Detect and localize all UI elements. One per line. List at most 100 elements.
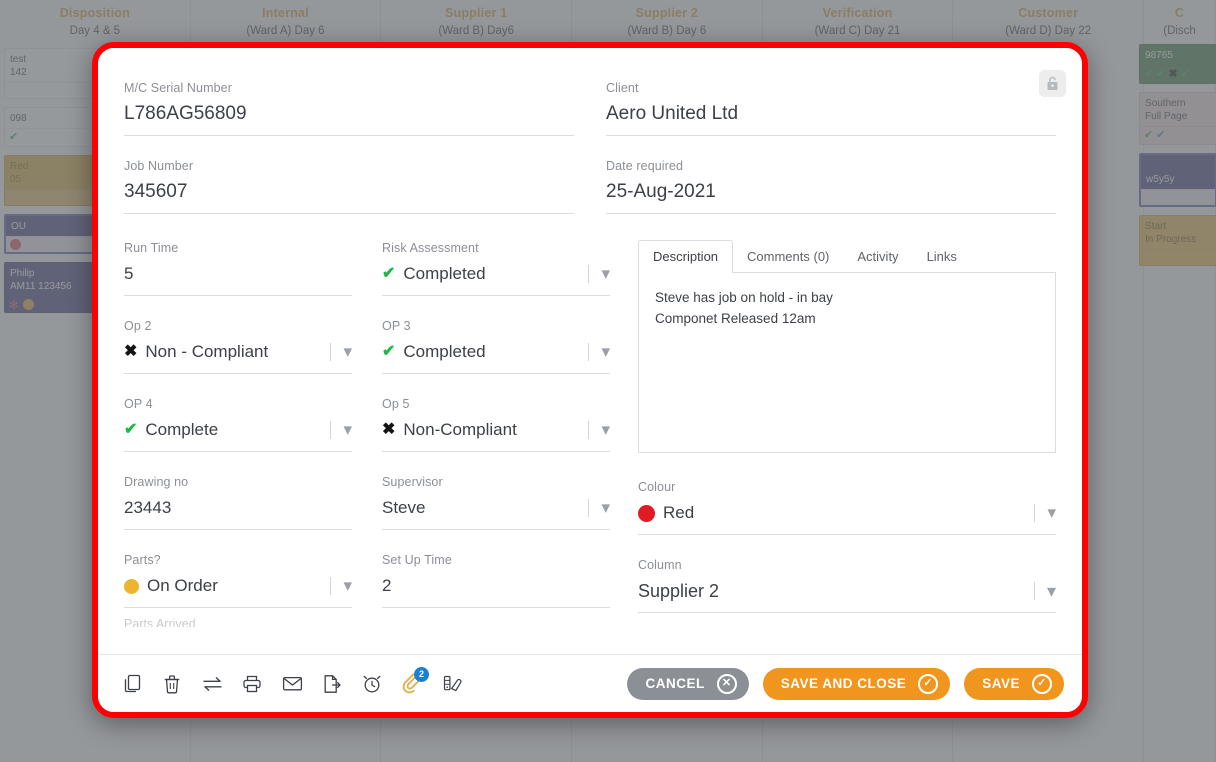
field-label: OP 3 bbox=[382, 319, 411, 333]
op4-select[interactable]: ✔ Complete ▾ bbox=[124, 418, 352, 452]
trash-glyph bbox=[164, 674, 180, 693]
chevron-down-icon[interactable]: ▾ bbox=[578, 418, 610, 442]
field-label: Job Number bbox=[124, 159, 194, 173]
field-client[interactable]: Client Aero United Ltd bbox=[606, 80, 1056, 136]
left-detail-pane: Run Time 5 Risk Assessment ✔ Completed ▾… bbox=[124, 240, 610, 635]
op5-select[interactable]: ✖ Non-Compliant ▾ bbox=[382, 418, 610, 452]
delete-icon[interactable] bbox=[156, 668, 188, 700]
chevron-down-icon[interactable]: ▾ bbox=[320, 340, 352, 364]
lock-icon[interactable] bbox=[1039, 70, 1066, 97]
tab-description[interactable]: Description bbox=[638, 240, 734, 273]
detail-grid-row-5: Parts? On Order ▾ Set Up Time 2 bbox=[124, 552, 610, 616]
dialog-actions: CANCEL ✕ SAVE AND CLOSE ✓ SAVE ✓ bbox=[627, 667, 1064, 700]
copy-icon[interactable] bbox=[116, 668, 148, 700]
print-icon[interactable] bbox=[236, 668, 268, 700]
chevron-down-icon[interactable]: ▾ bbox=[320, 574, 352, 598]
transfer-icon[interactable] bbox=[196, 668, 228, 700]
field-op5[interactable]: Op 5 ✖ Non-Compliant ▾ bbox=[382, 396, 610, 452]
op3-select[interactable]: ✔ Completed ▾ bbox=[382, 340, 610, 374]
detail-grid-row-1: Run Time 5 Risk Assessment ✔ Completed ▾ bbox=[124, 240, 610, 318]
client-input[interactable]: Aero United Ltd bbox=[606, 102, 1056, 136]
field-label: Supervisor bbox=[382, 475, 443, 489]
colour-select[interactable]: Red ▾ bbox=[638, 501, 1056, 535]
parts-select[interactable]: On Order ▾ bbox=[124, 574, 352, 608]
printer-glyph bbox=[243, 675, 261, 692]
check-icon: ✔ bbox=[382, 343, 396, 360]
alarm-icon[interactable] bbox=[356, 668, 388, 700]
field-value: Aero United Ltd bbox=[606, 103, 739, 124]
field-label: Drawing no bbox=[124, 475, 189, 489]
date-required-input[interactable]: 25-Aug-2021 bbox=[606, 180, 1056, 214]
field-label: Op 2 bbox=[124, 319, 152, 333]
colour-picker-icon[interactable] bbox=[436, 668, 468, 700]
op2-select[interactable]: ✖ Non - Compliant ▾ bbox=[124, 340, 352, 374]
clipped-next-field-label: Parts Arrived bbox=[124, 617, 196, 627]
email-icon[interactable] bbox=[276, 668, 308, 700]
chevron-down-icon[interactable]: ▾ bbox=[1024, 579, 1056, 603]
field-job-number[interactable]: Job Number 345607 bbox=[124, 158, 574, 214]
field-label: Run Time bbox=[124, 241, 179, 255]
cancel-button[interactable]: CANCEL ✕ bbox=[627, 667, 749, 700]
set-up-time-input[interactable]: 2 bbox=[382, 574, 610, 608]
attachment-count-badge: 2 bbox=[414, 666, 429, 682]
job-number-input[interactable]: 345607 bbox=[124, 180, 574, 214]
field-label: M/C Serial Number bbox=[124, 81, 232, 95]
risk-assessment-select[interactable]: ✔ Completed ▾ bbox=[382, 262, 610, 296]
field-risk-assessment[interactable]: Risk Assessment ✔ Completed ▾ bbox=[382, 240, 610, 296]
field-value: Red bbox=[663, 503, 695, 522]
top-fields-row: M/C Serial Number L786AG56809 Job Number… bbox=[124, 80, 1056, 236]
field-value: 2 bbox=[382, 576, 392, 595]
red-dot-icon bbox=[638, 504, 655, 522]
field-label: Parts? bbox=[124, 553, 161, 567]
description-line-1: Steve has job on hold - in bay bbox=[655, 290, 833, 305]
supervisor-select[interactable]: Steve ▾ bbox=[382, 496, 610, 530]
field-date-required[interactable]: Date required 25-Aug-2021 bbox=[606, 158, 1056, 214]
save-and-close-button[interactable]: SAVE AND CLOSE ✓ bbox=[762, 667, 951, 700]
field-value: L786AG56809 bbox=[124, 103, 247, 124]
field-value: Non-Compliant bbox=[403, 420, 517, 439]
column-select[interactable]: Supplier 2 ▾ bbox=[638, 579, 1056, 613]
run-time-input[interactable]: 5 bbox=[124, 262, 352, 296]
field-run-time[interactable]: Run Time 5 bbox=[124, 240, 352, 296]
chevron-down-icon[interactable]: ▾ bbox=[578, 340, 610, 364]
attachment-icon[interactable]: 2 bbox=[396, 666, 429, 700]
field-drawing-no[interactable]: Drawing no 23443 bbox=[124, 474, 352, 530]
field-colour[interactable]: Colour Red ▾ bbox=[638, 479, 1056, 535]
field-column[interactable]: Column Supplier 2 ▾ bbox=[638, 557, 1056, 613]
description-line-2: Componet Released 12am bbox=[655, 311, 816, 326]
mc-serial-number-input[interactable]: L786AG56809 bbox=[124, 102, 574, 136]
chevron-down-icon[interactable]: ▾ bbox=[320, 418, 352, 442]
field-mc-serial-number[interactable]: M/C Serial Number L786AG56809 bbox=[124, 80, 574, 136]
tab-comments[interactable]: Comments (0) bbox=[733, 241, 843, 272]
copy-glyph bbox=[124, 674, 140, 692]
export-document-glyph bbox=[324, 674, 341, 693]
field-op2[interactable]: Op 2 ✖ Non - Compliant ▾ bbox=[124, 318, 352, 374]
detail-grid-row-3: OP 4 ✔ Complete ▾ Op 5 ✖ Non-Compliant ▾ bbox=[124, 396, 610, 474]
field-value: Non - Compliant bbox=[145, 342, 269, 361]
save-button[interactable]: SAVE ✓ bbox=[964, 667, 1064, 700]
field-value: 25-Aug-2021 bbox=[606, 181, 716, 202]
chevron-down-icon[interactable]: ▾ bbox=[578, 262, 610, 286]
alarm-clock-glyph bbox=[363, 675, 381, 692]
chevron-down-icon[interactable]: ▾ bbox=[578, 496, 610, 520]
field-op3[interactable]: OP 3 ✔ Completed ▾ bbox=[382, 318, 610, 374]
tab-activity[interactable]: Activity bbox=[843, 241, 912, 272]
colour-swatch-glyph bbox=[443, 675, 462, 691]
field-label: Client bbox=[606, 81, 639, 95]
chevron-down-icon[interactable]: ▾ bbox=[1024, 501, 1056, 525]
field-parts[interactable]: Parts? On Order ▾ bbox=[124, 552, 352, 608]
field-value: Steve bbox=[382, 498, 426, 517]
field-set-up-time[interactable]: Set Up Time 2 bbox=[382, 552, 610, 608]
drawing-no-input[interactable]: 23443 bbox=[124, 496, 352, 530]
export-icon[interactable] bbox=[316, 668, 348, 700]
tab-links[interactable]: Links bbox=[913, 241, 971, 272]
field-op4[interactable]: OP 4 ✔ Complete ▾ bbox=[124, 396, 352, 452]
field-label: Risk Assessment bbox=[382, 241, 479, 255]
field-label: OP 4 bbox=[124, 397, 153, 411]
save-and-close-label: SAVE AND CLOSE bbox=[780, 676, 907, 691]
field-value: Completed bbox=[403, 264, 486, 283]
description-textarea[interactable]: Steve has job on hold - in bay Componet … bbox=[638, 273, 1056, 453]
field-supervisor[interactable]: Supervisor Steve ▾ bbox=[382, 474, 610, 530]
footer-toolbar: 2 bbox=[116, 666, 468, 700]
cross-icon: ✖ bbox=[124, 343, 138, 360]
